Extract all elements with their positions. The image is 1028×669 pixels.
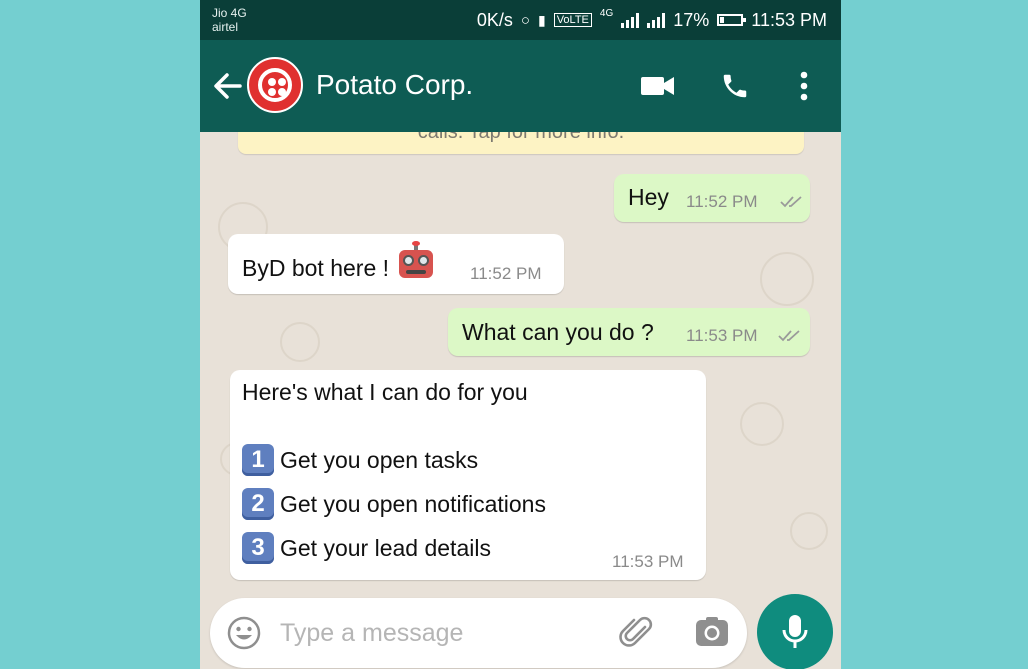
message-time: 11:53 PM	[686, 326, 758, 345]
battery-percent: 17%	[673, 9, 710, 30]
hotspot-icon: ○	[520, 11, 530, 29]
contact-avatar[interactable]	[247, 57, 303, 113]
message-content: ByD bot here !	[242, 241, 434, 282]
signal-icon-1	[621, 12, 640, 28]
message-time: 11:53 PM	[612, 552, 684, 571]
signal-icon-2	[647, 12, 666, 28]
option-item: 2 Get you open notifications	[242, 486, 546, 522]
paperclip-icon[interactable]	[618, 614, 656, 652]
notice-text: calls. Tap for more info.	[417, 132, 625, 143]
back-arrow-icon[interactable]	[212, 68, 242, 104]
more-vert-icon[interactable]	[794, 70, 814, 102]
network-type: 4G	[599, 8, 614, 19]
status-time: 11:53 PM	[751, 9, 827, 30]
option-item: 1 Get you open tasks	[242, 442, 478, 478]
keycap-1-icon: 1	[242, 444, 274, 476]
message-time: 11:52 PM	[686, 192, 758, 211]
option-label: Get you open tasks	[280, 447, 479, 473]
keycap-3-icon: 3	[242, 532, 274, 564]
double-check-icon	[780, 196, 802, 208]
message-text: Hey	[628, 184, 669, 210]
keycap-2-icon: 2	[242, 488, 274, 520]
phone-call-icon[interactable]	[715, 70, 755, 102]
contact-name[interactable]: Potato Corp.	[316, 68, 473, 102]
chat-area[interactable]: calls. Tap for more info. Hey 11:52 PM B…	[200, 132, 841, 669]
status-indicators: 0K/s ○ ▮ VoLTE 4G 17% 11:53 PM	[477, 8, 827, 32]
message-input[interactable]: Type a message	[280, 618, 463, 648]
option-label: Get you open notifications	[280, 491, 546, 517]
avatar-logo-dot	[278, 88, 286, 96]
message-text: Here's what I can do for you	[242, 379, 528, 405]
message-bubble-outgoing[interactable]: Hey 11:52 PM	[614, 174, 810, 222]
robot-face-icon	[399, 241, 434, 280]
chat-header: Potato Corp.	[200, 40, 841, 132]
message-time: 11:52 PM	[470, 264, 542, 283]
option-label: Get your lead details	[280, 535, 491, 561]
message-text: What can you do ?	[462, 319, 654, 345]
message-composer: Type a message	[210, 598, 747, 668]
battery-icon	[717, 14, 747, 26]
avatar-logo-dot	[268, 78, 276, 86]
carrier-name-1: Jio 4G	[212, 6, 247, 20]
double-check-icon	[778, 330, 800, 342]
message-bubble-incoming[interactable]: ByD bot here ! 11:52 PM	[228, 234, 564, 294]
wallpaper-doodle	[760, 252, 814, 306]
encryption-notice[interactable]: calls. Tap for more info.	[238, 132, 804, 154]
status-bar: Jio 4G airtel 0K/s ○ ▮ VoLTE 4G 17% 11:5…	[200, 0, 841, 40]
avatar-logo-ring	[258, 68, 292, 102]
avatar-logo-dot	[268, 88, 276, 96]
message-bubble-outgoing[interactable]: What can you do ? 11:53 PM	[448, 308, 810, 356]
message-text: ByD bot here !	[242, 255, 390, 281]
video-call-icon[interactable]	[638, 70, 678, 102]
avatar-logo-dot	[278, 78, 286, 86]
carrier-info: Jio 4G airtel	[212, 6, 247, 34]
vibrate-icon: ▮	[537, 11, 546, 28]
mic-icon	[782, 615, 808, 648]
wallpaper-doodle	[280, 322, 320, 362]
wallpaper-doodle	[790, 512, 828, 550]
network-speed: 0K/s	[476, 9, 513, 30]
message-bubble-incoming[interactable]: Here's what I can do for you 1 Get you o…	[230, 370, 706, 580]
volte-badge: VoLTE	[553, 13, 592, 27]
option-item: 3 Get your lead details	[242, 530, 491, 566]
camera-icon[interactable]	[694, 615, 730, 649]
carrier-name-2: airtel	[212, 20, 239, 34]
emoji-icon[interactable]	[226, 615, 262, 651]
phone-screen: Jio 4G airtel 0K/s ○ ▮ VoLTE 4G 17% 11:5…	[200, 0, 841, 669]
wallpaper-doodle	[740, 402, 784, 446]
mic-button[interactable]	[757, 594, 833, 669]
